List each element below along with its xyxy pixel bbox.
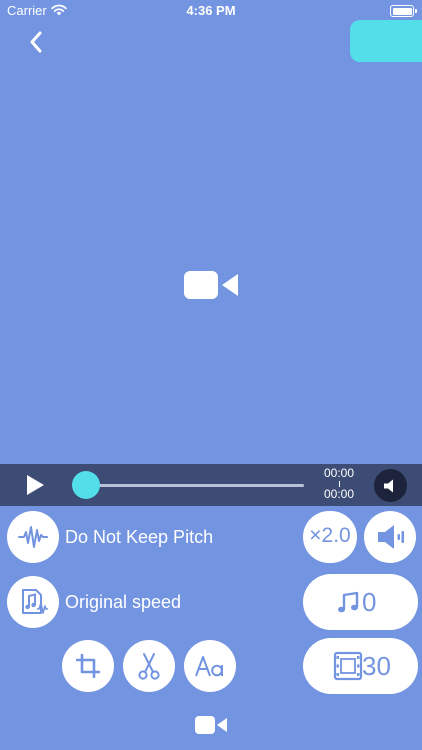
music-file-icon <box>22 589 48 614</box>
video-editor-screen: Carrier 4:36 PM 00:00 00:00 Do Not Keep … <box>0 0 422 750</box>
timeline-scrubber[interactable] <box>72 471 100 499</box>
speed-label[interactable]: Original speed <box>65 592 181 613</box>
total-time: 00:00 <box>323 487 355 501</box>
speaker-icon <box>384 479 393 493</box>
timeline-track[interactable] <box>86 484 304 487</box>
speed-multiplier-button[interactable]: ×2.0 <box>303 511 357 563</box>
player-bar: 00:00 00:00 <box>0 464 422 506</box>
back-button[interactable] <box>22 28 50 56</box>
crop-button[interactable] <box>62 640 114 692</box>
time-display: 00:00 00:00 <box>318 466 360 502</box>
scissors-icon <box>138 653 160 680</box>
video-preview[interactable] <box>0 62 422 464</box>
trim-button[interactable] <box>123 640 175 692</box>
music-value: 0 <box>362 587 377 617</box>
frame-rate-button[interactable]: 30 <box>303 638 418 694</box>
status-time: 4:36 PM <box>186 3 236 18</box>
volume-button[interactable] <box>364 511 416 563</box>
video-camera-icon <box>184 271 238 299</box>
play-icon[interactable] <box>24 474 46 496</box>
crop-icon <box>76 654 100 678</box>
status-bar: Carrier 4:36 PM <box>0 0 422 22</box>
film-icon <box>333 651 363 681</box>
battery-icon <box>390 5 417 17</box>
chevron-left-icon <box>30 31 42 53</box>
frame-rate-value: 30 <box>362 651 391 681</box>
current-time: 00:00 <box>323 466 355 480</box>
music-note-icon <box>338 591 359 613</box>
export-button[interactable] <box>350 20 422 62</box>
music-file-button[interactable] <box>7 576 59 628</box>
pitch-label[interactable]: Do Not Keep Pitch <box>65 527 213 548</box>
pitch-button[interactable] <box>7 511 59 563</box>
music-button[interactable]: 0 <box>303 574 418 630</box>
waveform-icon <box>18 526 48 548</box>
video-camera-icon[interactable] <box>195 715 227 735</box>
mute-button[interactable] <box>374 469 407 502</box>
speed-multiplier-value: ×2.0 <box>309 524 351 547</box>
text-button[interactable] <box>184 640 236 692</box>
text-icon <box>195 656 223 677</box>
volume-icon <box>378 525 404 549</box>
